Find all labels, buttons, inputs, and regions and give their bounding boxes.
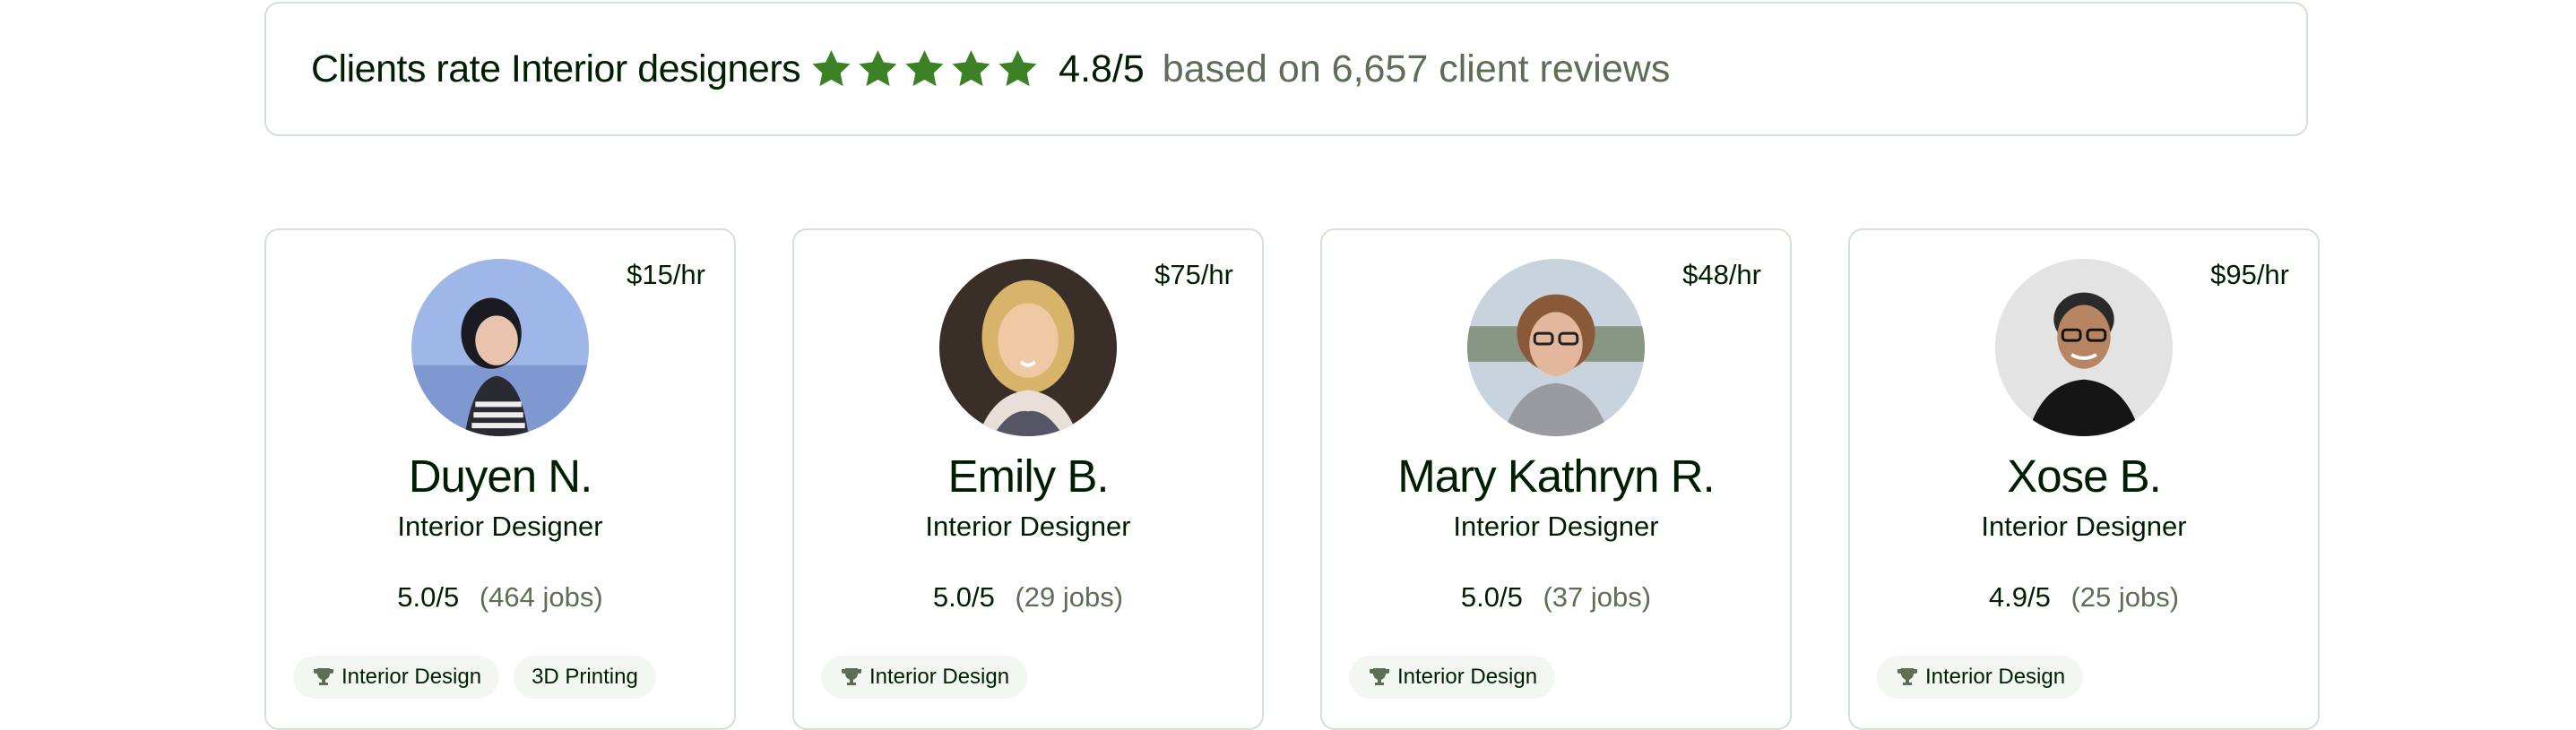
freelancer-name[interactable]: Xose B. xyxy=(1850,450,2318,502)
trophy-icon xyxy=(1895,666,1920,688)
hourly-rate: $75/hr xyxy=(1154,259,1233,290)
avatar[interactable] xyxy=(1995,259,2173,436)
rating-stars xyxy=(809,47,1042,91)
job-count: (37 jobs) xyxy=(1543,581,1652,613)
job-score: 4.9/5 xyxy=(1988,581,2051,613)
rating-stats: 5.0/5 (37 jobs) xyxy=(1322,581,1790,614)
skill-list: Interior Design xyxy=(821,656,1042,699)
job-score: 5.0/5 xyxy=(932,581,995,613)
freelancer-name[interactable]: Mary Kathryn R. xyxy=(1322,450,1790,502)
trophy-icon xyxy=(839,666,864,688)
skill-badge[interactable]: 3D Printing xyxy=(514,656,656,699)
skill-badge[interactable]: Interior Design xyxy=(1349,656,1556,699)
avatar[interactable] xyxy=(411,259,589,436)
freelancer-name[interactable]: Emily B. xyxy=(794,450,1262,502)
skill-label: 3D Printing xyxy=(532,665,638,689)
rating-stats: 4.9/5 (25 jobs) xyxy=(1850,581,2318,614)
freelancer-title: Interior Designer xyxy=(1453,511,1659,542)
skill-list: Interior Design xyxy=(1349,656,1569,699)
skill-badge[interactable]: Interior Design xyxy=(293,656,500,699)
star-icon xyxy=(856,47,900,91)
client-rating-banner: Clients rate Interior designers 4.8/5 ba… xyxy=(264,2,2308,136)
star-icon xyxy=(996,47,1040,91)
rating-stats: 5.0/5 (464 jobs) xyxy=(266,581,734,614)
rating-title: Clients rate Interior designers xyxy=(311,47,801,90)
freelancer-title: Interior Designer xyxy=(925,511,1131,542)
trophy-icon xyxy=(1367,666,1392,688)
freelancer-title: Interior Designer xyxy=(397,511,603,542)
job-score: 5.0/5 xyxy=(1460,581,1523,613)
star-icon xyxy=(949,47,993,91)
job-count: (464 jobs) xyxy=(479,581,603,613)
star-icon xyxy=(809,47,853,91)
star-icon xyxy=(903,47,947,91)
job-count: (25 jobs) xyxy=(2070,581,2180,613)
skill-label: Interior Design xyxy=(869,665,1010,689)
freelancer-card[interactable]: $48/hr Mary Kathryn R. Interior Designer… xyxy=(1320,228,1792,730)
freelancer-title: Interior Designer xyxy=(1981,511,2187,542)
skill-label: Interior Design xyxy=(341,665,482,689)
skill-badge[interactable]: Interior Design xyxy=(821,656,1028,699)
rating-review-count: based on 6,657 client reviews xyxy=(1162,47,1671,90)
trophy-icon xyxy=(311,666,336,688)
rating-score: 4.8/5 xyxy=(1059,47,1145,90)
job-count: (29 jobs) xyxy=(1015,581,1124,613)
freelancer-card[interactable]: $75/hr Emily B. Interior Designer 5.0/5 … xyxy=(792,228,1264,730)
avatar[interactable] xyxy=(1467,259,1645,436)
hourly-rate: $95/hr xyxy=(2210,259,2289,290)
freelancer-card[interactable]: $15/hr Duyen N. Interior Designer 5.0/5 … xyxy=(264,228,736,730)
skill-label: Interior Design xyxy=(1397,665,1538,689)
hourly-rate: $15/hr xyxy=(627,259,705,290)
avatar[interactable] xyxy=(939,259,1117,436)
skill-badge[interactable]: Interior Design xyxy=(1877,656,2084,699)
skill-list: Interior Design 3D Printing xyxy=(293,656,670,699)
job-score: 5.0/5 xyxy=(397,581,460,613)
rating-stats: 5.0/5 (29 jobs) xyxy=(794,581,1262,614)
skill-list: Interior Design xyxy=(1877,656,2097,699)
skill-label: Interior Design xyxy=(1925,665,2066,689)
freelancer-card[interactable]: $95/hr Xose B. Interior Designer 4.9/5 (… xyxy=(1848,228,2320,730)
freelancer-name[interactable]: Duyen N. xyxy=(266,450,734,502)
hourly-rate: $48/hr xyxy=(1682,259,1761,290)
